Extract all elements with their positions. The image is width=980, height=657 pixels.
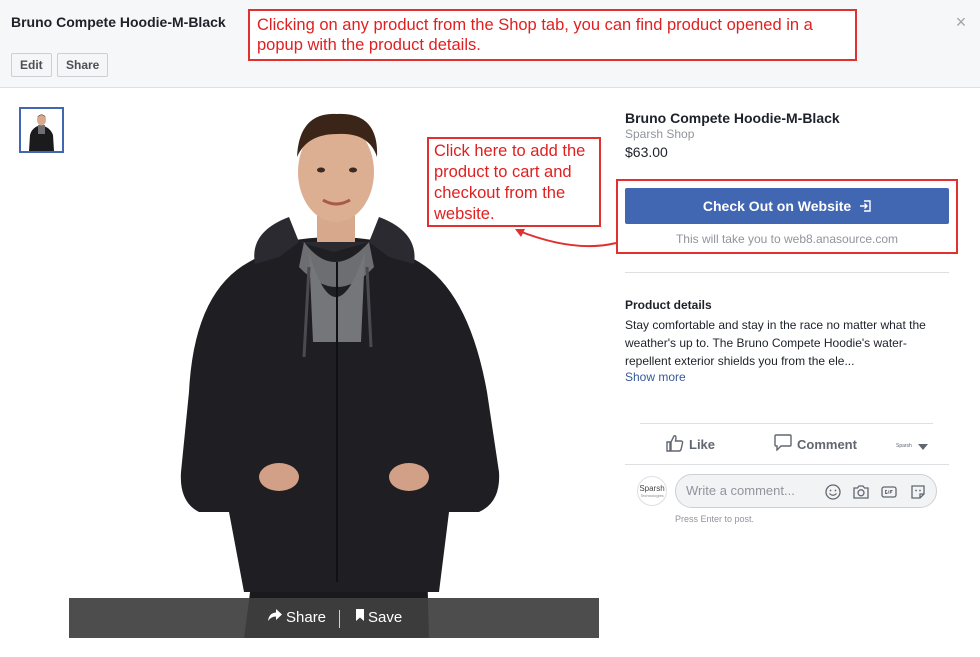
- annotation-checkout-info: Click here to add the product to cart an…: [427, 137, 601, 227]
- avatar-text: Sparsh: [639, 484, 665, 493]
- actor-mini-logo: Sparsh: [896, 442, 912, 449]
- product-thumbnail[interactable]: [19, 107, 64, 153]
- like-label: Like: [689, 437, 716, 452]
- image-share-label: Share: [286, 609, 327, 626]
- caret-down-icon: [918, 437, 928, 455]
- product-price: $63.00: [625, 144, 668, 160]
- divider: [625, 464, 949, 465]
- checkout-note: This will take you to web8.anasource.com: [675, 232, 899, 246]
- action-separator: [339, 610, 340, 628]
- image-action-bar: Share Save: [69, 598, 599, 638]
- avatar-subtext: Technologies: [640, 493, 664, 498]
- image-share-button[interactable]: Share: [267, 608, 326, 628]
- thumbs-up-icon: [666, 434, 684, 455]
- image-save-label: Save: [368, 609, 403, 626]
- comment-input[interactable]: [686, 483, 826, 498]
- like-button[interactable]: Like: [666, 434, 715, 455]
- checkout-label: Check Out on Website: [702, 198, 852, 214]
- image-save-button[interactable]: Save: [355, 608, 402, 628]
- comment-label: Comment: [797, 436, 857, 452]
- show-more-link[interactable]: Show more: [625, 370, 686, 384]
- product-title: Bruno Compete Hoodie-M-Black: [625, 110, 840, 126]
- share-button[interactable]: Share: [57, 53, 109, 77]
- product-popup: Bruno Compete Hoodie-M-Black × Edit Shar…: [0, 0, 980, 657]
- checkout-on-website-button[interactable]: Check Out on Website: [625, 188, 949, 224]
- actor-selector[interactable]: Sparsh: [896, 437, 928, 455]
- close-icon[interactable]: ×: [953, 13, 969, 31]
- comment-box: [675, 474, 937, 508]
- bookmark-icon: [355, 608, 365, 628]
- annotation-popup-info: Clicking on any product from the Shop ta…: [248, 9, 857, 61]
- comment-bubble-icon: [774, 434, 792, 454]
- sticker-icon[interactable]: [910, 484, 926, 500]
- divider: [625, 272, 949, 273]
- product-details-heading: Product details: [625, 298, 712, 312]
- divider: [640, 423, 933, 424]
- emoji-icon[interactable]: [825, 484, 841, 500]
- shop-name[interactable]: Sparsh Shop: [625, 127, 694, 141]
- external-link-icon: [859, 189, 871, 225]
- avatar[interactable]: Sparsh Technologies: [637, 476, 667, 506]
- gif-icon[interactable]: [881, 484, 897, 500]
- product-details-text: Stay comfortable and stay in the race no…: [625, 318, 926, 368]
- camera-icon[interactable]: [853, 484, 869, 500]
- comment-button[interactable]: Comment: [774, 434, 857, 454]
- share-arrow-icon: [267, 608, 283, 628]
- edit-button[interactable]: Edit: [11, 53, 52, 77]
- modal-title: Bruno Compete Hoodie-M-Black: [11, 14, 226, 30]
- press-enter-hint: Press Enter to post.: [675, 514, 755, 524]
